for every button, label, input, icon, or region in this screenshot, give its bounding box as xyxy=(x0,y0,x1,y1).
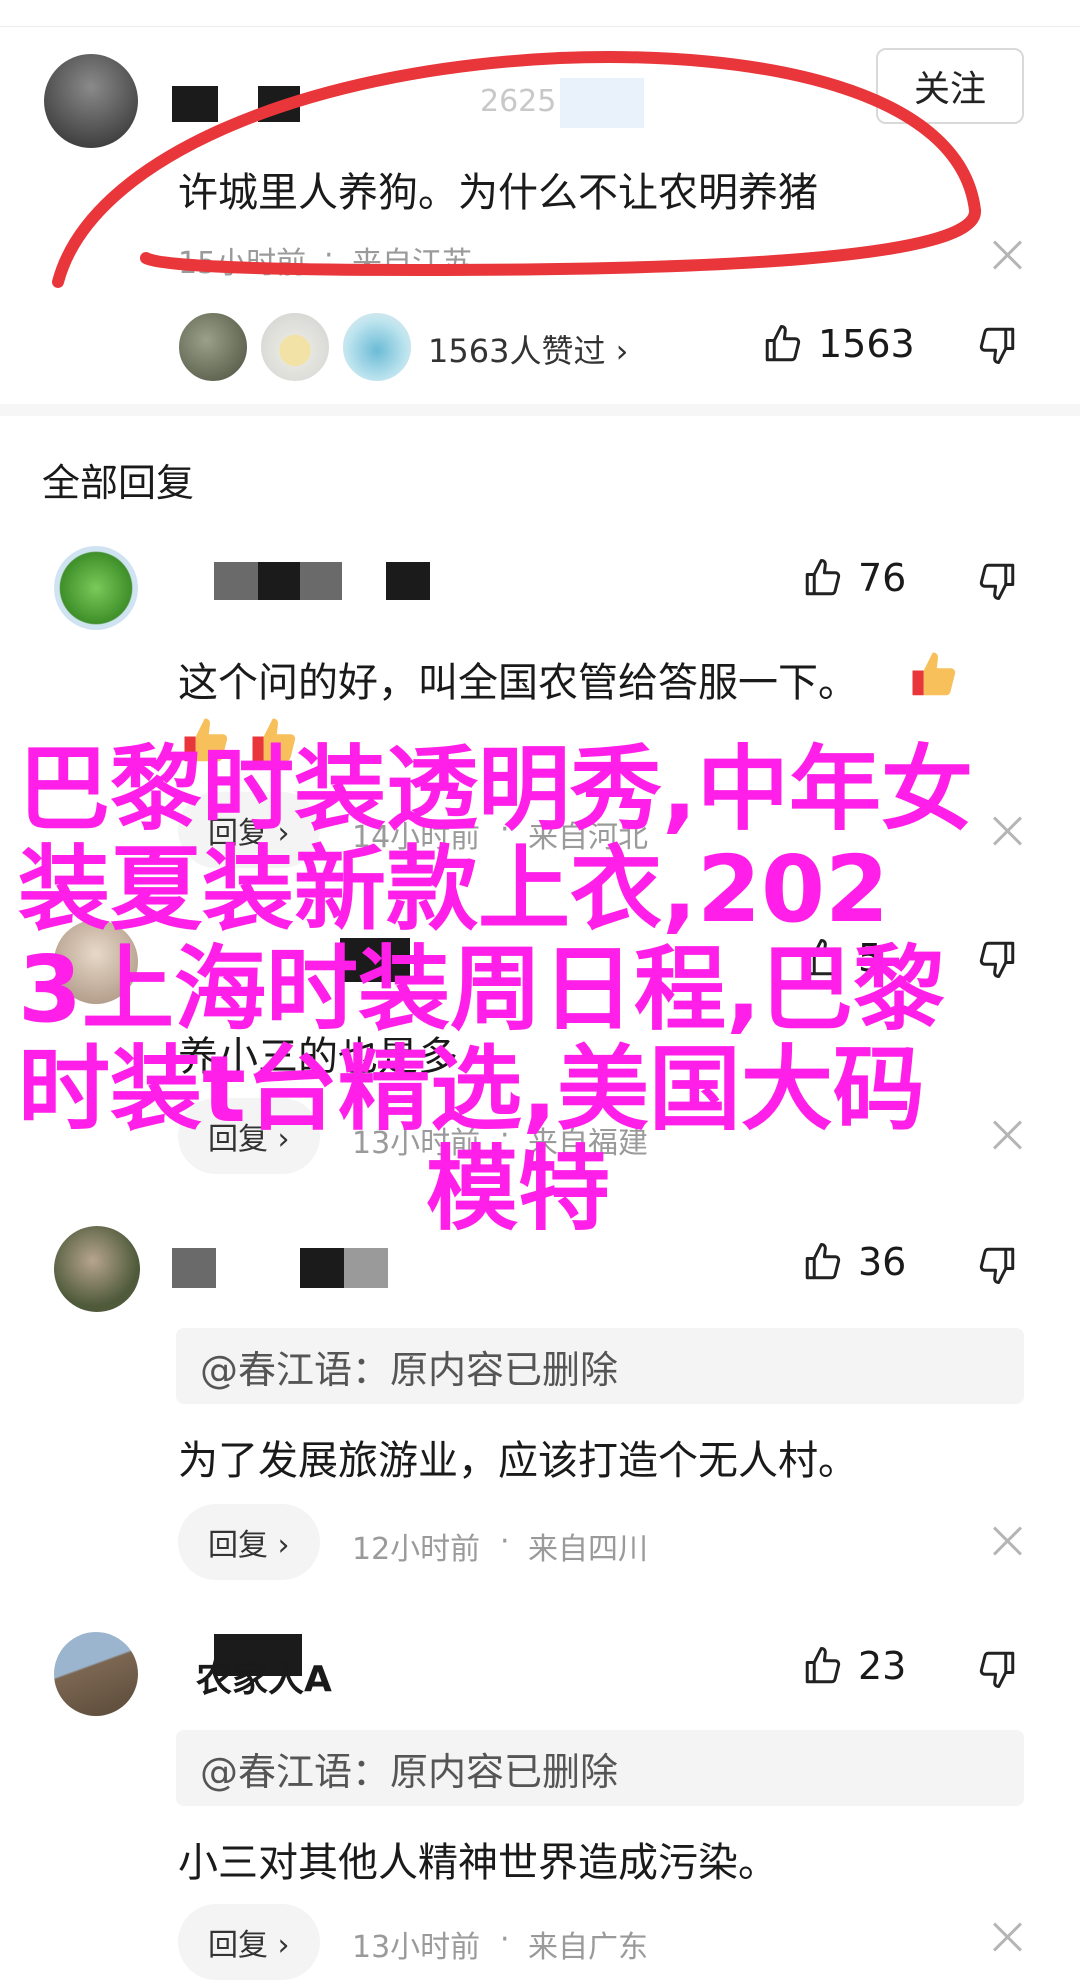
like-button[interactable]: 23 xyxy=(802,1644,906,1688)
liker-avatar[interactable] xyxy=(258,310,332,384)
thumb-up-icon xyxy=(805,1243,841,1280)
overlay-caption: 巴黎时装透明秀,中年女 装夏装新款上衣,202 3上海时装周日程,巴黎 时装t台… xyxy=(18,740,1018,1240)
overlay-line: 3上海时装周日程,巴黎 xyxy=(18,936,945,1043)
redacted-username xyxy=(258,86,300,122)
comment-text: 为了发展旅游业，应该打造个无人村。 xyxy=(178,1438,858,1484)
username[interactable]: 农家人A xyxy=(196,1650,332,1702)
like-count: 1563 xyxy=(818,322,915,366)
comment-location: 来自四川 xyxy=(528,1532,648,1567)
user-avatar[interactable] xyxy=(54,1632,138,1716)
like-count: 23 xyxy=(858,1644,907,1688)
likers-count-link[interactable]: 1563人赞过 › xyxy=(428,326,628,372)
close-icon[interactable] xyxy=(992,1526,1022,1556)
liker-avatar[interactable] xyxy=(176,310,250,384)
comment-time: 13小时前 xyxy=(352,1930,481,1965)
close-icon[interactable] xyxy=(992,1922,1022,1952)
user-avatar[interactable] xyxy=(54,546,138,630)
overlay-line: 装夏装新款上衣,202 xyxy=(18,836,889,943)
overlay-line: 巴黎时装透明秀,中年女 xyxy=(18,736,973,843)
like-button[interactable]: 36 xyxy=(802,1240,906,1284)
redacted-username xyxy=(386,562,430,600)
comment-time: 12小时前 xyxy=(352,1532,481,1567)
top-divider xyxy=(0,26,1080,27)
redacted-username xyxy=(300,562,342,600)
liker-avatar[interactable] xyxy=(340,310,414,384)
comment-location: 来自广东 xyxy=(528,1930,648,1965)
thumb-down-icon[interactable] xyxy=(976,1244,1018,1286)
like-button[interactable]: 1563 xyxy=(762,322,915,366)
quoted-comment[interactable]: @春江语：原内容已删除 xyxy=(176,1328,1024,1404)
like-count: 36 xyxy=(858,1240,907,1284)
comment-text: 小三对其他人精神世界造成污染。 xyxy=(178,1840,778,1886)
redacted-username xyxy=(300,1248,344,1288)
thumbs-up-emoji-icon xyxy=(912,652,956,696)
like-button[interactable]: 76 xyxy=(802,556,906,600)
thumb-down-icon[interactable] xyxy=(976,560,1018,602)
redacted-username xyxy=(172,86,218,122)
badge-highlight xyxy=(560,78,644,128)
comment-time: 15小时前 xyxy=(178,246,307,281)
comment-text: 这个问的好，叫全国农管给答服一下。 xyxy=(178,660,858,706)
redacted-username xyxy=(172,1248,216,1288)
redacted-username xyxy=(344,1248,388,1288)
comment-text: 许城里人养狗。为什么不让农明养猪 xyxy=(178,170,818,216)
section-divider xyxy=(0,404,1080,416)
comment-location: 来自江苏 xyxy=(352,246,472,281)
thumb-up-icon xyxy=(805,1647,841,1684)
quoted-comment[interactable]: @春江语：原内容已删除 xyxy=(176,1730,1024,1806)
reply-button[interactable]: 回复 › xyxy=(178,1904,320,1980)
meta-separator: · xyxy=(500,1524,510,1559)
thumb-down-icon[interactable] xyxy=(976,1648,1018,1690)
like-count: 76 xyxy=(858,556,907,600)
user-avatar[interactable] xyxy=(44,54,138,148)
follow-button[interactable]: 关注 xyxy=(876,48,1024,124)
meta-separator: · xyxy=(324,238,334,273)
overlay-line: 模特 xyxy=(425,1136,610,1243)
thumb-up-icon xyxy=(765,325,801,362)
overlay-line: 时装t台精选,美国大码 xyxy=(18,1036,925,1143)
section-title: 全部回复 xyxy=(42,461,195,505)
redacted-username xyxy=(214,562,258,600)
redacted-username xyxy=(258,562,300,600)
thumb-up-icon xyxy=(805,559,841,596)
close-icon[interactable] xyxy=(992,240,1022,270)
reply-button[interactable]: 回复 › xyxy=(178,1504,320,1580)
thumb-down-icon[interactable] xyxy=(976,324,1018,366)
